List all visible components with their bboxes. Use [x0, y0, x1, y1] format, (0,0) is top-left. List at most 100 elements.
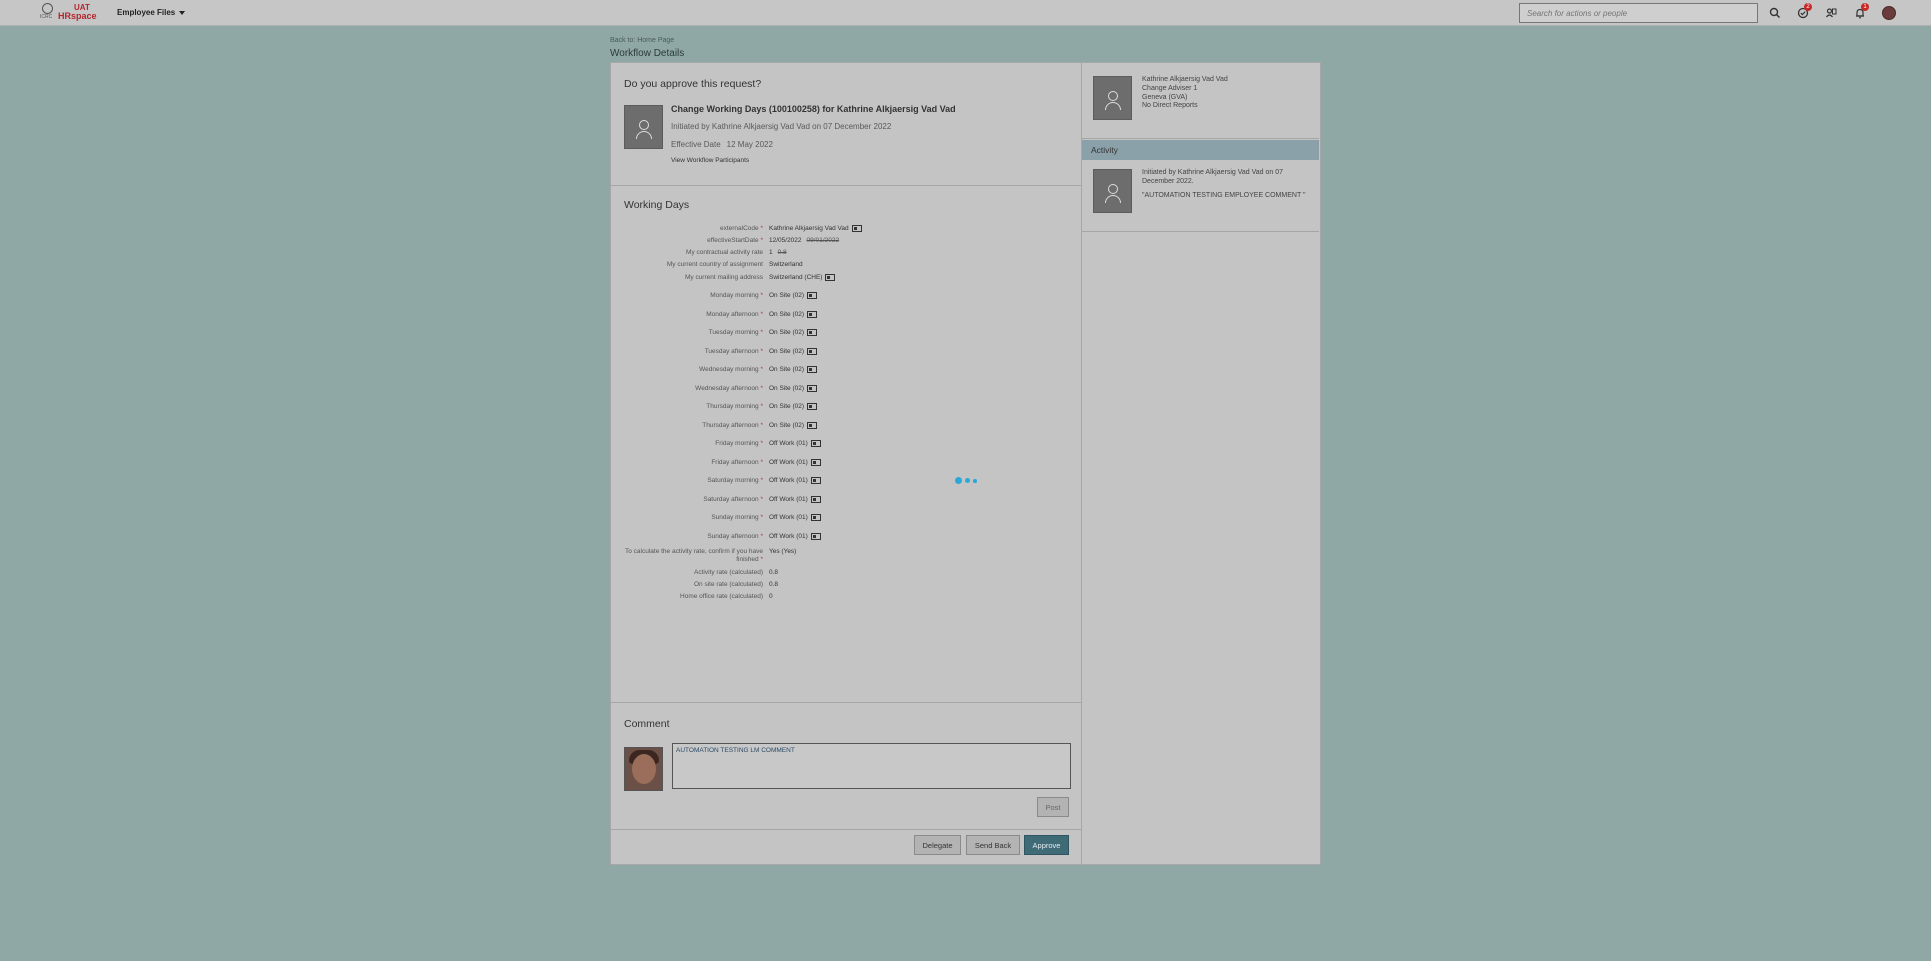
employee-reports: No Direct Reports	[1142, 102, 1198, 110]
field-label-text: Saturday morning	[707, 477, 759, 484]
activity-text: Initiated by Kathrine Alkjaersig Vad Vad…	[1142, 169, 1283, 185]
notification-icon[interactable]: 1	[1853, 3, 1869, 20]
field-value-text: 1	[769, 249, 773, 256]
field-label: externalCode *	[720, 225, 763, 232]
field-label: Activity rate (calculated)	[694, 569, 763, 576]
required-marker: *	[760, 496, 763, 503]
employee-card[interactable]: Kathrine Alkjaersig Vad Vad Change Advis…	[1082, 63, 1319, 139]
field-label-text: Monday morning	[710, 292, 759, 299]
search-input[interactable]	[1519, 3, 1758, 23]
field-value-text: On Site (02)	[769, 403, 805, 411]
field-value-text: Off Work (01)	[769, 440, 808, 448]
value-help-icon[interactable]	[810, 477, 821, 484]
required-marker: *	[760, 477, 763, 484]
field-row: Saturday afternoon * Off Work (01)	[611, 496, 1081, 506]
delegate-button[interactable]: Delegate	[914, 835, 961, 855]
avatar-face	[632, 754, 656, 784]
field-label-text: Tuesday afternoon	[704, 348, 759, 355]
value-help-icon[interactable]	[851, 225, 862, 232]
comment-textarea[interactable]: AUTOMATION TESTING LM COMMENT	[672, 743, 1071, 789]
field-value-text: Yes (Yes)	[769, 548, 797, 555]
field-value: 0	[769, 593, 773, 600]
field-label: Friday afternoon *	[711, 459, 763, 466]
field-row: Wednesday morning * On Site (02)	[611, 366, 1081, 376]
effective-date-value: 12 May 2022	[726, 140, 773, 149]
commenter-avatar	[624, 747, 663, 791]
activity-photo	[1093, 169, 1132, 213]
field-row: Sunday afternoon * Off Work (01)	[611, 533, 1081, 543]
workflow-panel: Do you approve this request? Change Work…	[610, 62, 1082, 865]
field-label: Sunday afternoon *	[707, 533, 763, 540]
field-label-text: Sunday morning	[711, 514, 759, 521]
post-button[interactable]: Post	[1037, 797, 1069, 817]
field-label-text: Thursday morning	[706, 403, 759, 410]
field-value: Switzerland (CHE)	[769, 274, 836, 281]
field-label: Saturday afternoon *	[703, 496, 763, 503]
search-icon[interactable]	[1768, 6, 1782, 20]
value-help-icon[interactable]	[807, 329, 818, 336]
required-marker: *	[760, 533, 763, 540]
field-label: My current country of assignment	[667, 261, 763, 268]
back-link[interactable]: Back to: Home Page	[610, 37, 674, 44]
field-label: Home office rate (calculated)	[680, 593, 763, 600]
value-help-icon[interactable]	[825, 274, 836, 281]
value-help-icon[interactable]	[807, 422, 818, 429]
field-label-text: Sunday afternoon	[707, 533, 759, 540]
person-icon-body	[636, 131, 652, 139]
value-help-icon[interactable]	[807, 366, 818, 373]
field-label: Thursday afternoon *	[702, 422, 763, 429]
required-marker: *	[760, 385, 763, 392]
field-row: On site rate (calculated) 0.8	[611, 581, 1081, 591]
value-help-icon[interactable]	[807, 403, 818, 410]
value-help-icon[interactable]	[810, 496, 821, 503]
field-label: On site rate (calculated)	[694, 581, 763, 588]
field-value-text: Switzerland	[769, 261, 803, 268]
field-value: 0.8	[769, 581, 778, 588]
chevron-down-icon	[179, 10, 186, 15]
approve-button[interactable]: Approve	[1024, 835, 1069, 855]
user-avatar[interactable]	[1882, 6, 1896, 20]
field-value-text: 0	[769, 593, 773, 600]
required-marker: *	[760, 311, 763, 318]
field-row: Friday afternoon * Off Work (01)	[611, 459, 1081, 469]
person-icon-head	[639, 120, 649, 130]
send-back-button[interactable]: Send Back	[966, 835, 1020, 855]
required-marker: *	[760, 514, 763, 521]
todo-icon[interactable]: 2	[1796, 3, 1812, 20]
required-marker: *	[760, 225, 763, 232]
comment-heading: Comment	[624, 718, 670, 730]
value-help-icon[interactable]	[810, 533, 821, 540]
field-row: To calculate the activity rate, confirm …	[611, 548, 1081, 568]
value-help-icon[interactable]	[807, 292, 818, 299]
field-value: Off Work (01)	[769, 496, 821, 503]
field-label-text: My current country of assignment	[666, 261, 763, 268]
activity-heading: Activity	[1082, 140, 1319, 160]
request-effective-date: Effective Date 12 May 2022	[671, 140, 773, 149]
field-value: Yes (Yes)	[769, 548, 796, 555]
field-value-text: On Site (02)	[769, 292, 805, 300]
field-label-text: effectiveStartDate	[707, 237, 759, 244]
field-label: My current mailing address	[685, 274, 763, 281]
value-help-icon[interactable]	[810, 459, 821, 466]
value-help-icon[interactable]	[810, 514, 821, 521]
field-label: Saturday morning *	[707, 477, 763, 484]
field-value-text: Kathrine Alkjaersig Vad Vad	[769, 225, 849, 233]
field-row: Friday morning * Off Work (01)	[611, 440, 1081, 450]
field-value: 1 0.8	[769, 249, 787, 256]
field-label-text: Home office rate (calculated)	[680, 593, 763, 600]
required-marker: *	[760, 292, 763, 299]
field-value-text: On Site (02)	[769, 329, 805, 337]
field-row: My current country of assignment Switzerl…	[611, 261, 1081, 271]
value-help-icon[interactable]	[807, 348, 818, 355]
employee-files-menu[interactable]: Employee Files	[117, 8, 186, 17]
company-logo[interactable]: ICRC UAT HRspace	[38, 3, 97, 23]
field-value: On Site (02)	[769, 422, 818, 429]
value-help-icon[interactable]	[810, 440, 821, 447]
value-help-icon[interactable]	[807, 311, 818, 318]
field-value-text: Off Work (01)	[769, 477, 808, 485]
required-marker: *	[760, 329, 763, 336]
field-label: To calculate the activity rate, confirm …	[623, 548, 763, 564]
view-participants-link[interactable]: View Workflow Participants	[671, 157, 749, 164]
people-icon[interactable]	[1824, 6, 1838, 20]
value-help-icon[interactable]	[807, 385, 818, 392]
